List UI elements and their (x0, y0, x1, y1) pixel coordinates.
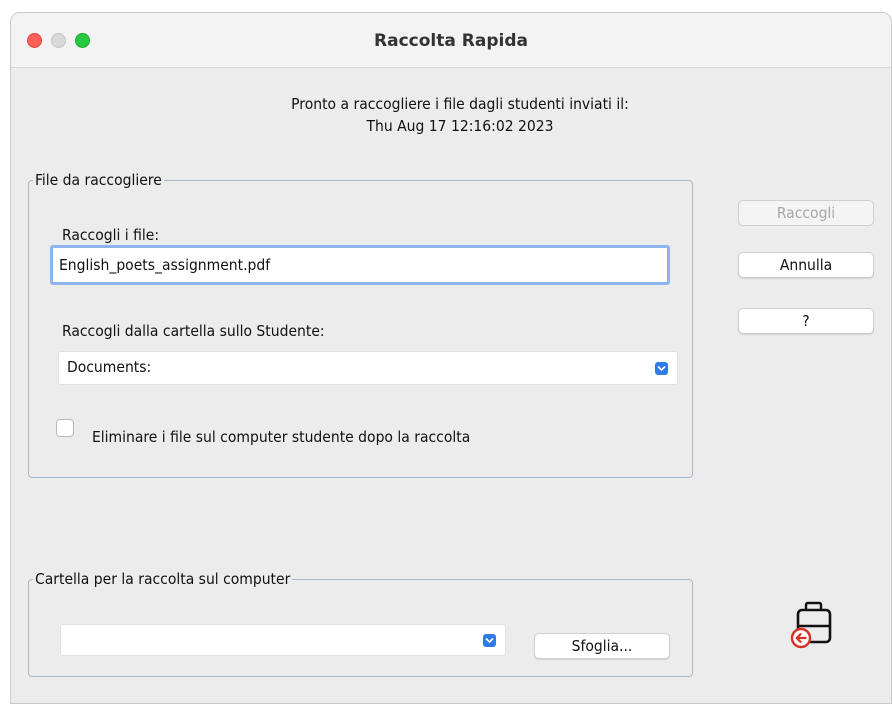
status-message: Pronto a raccogliere i file dagli studen… (150, 93, 770, 137)
files-group-legend: File da raccogliere (33, 170, 164, 190)
chevron-down-icon (483, 634, 496, 647)
chevron-down-icon (655, 362, 668, 375)
cancel-button[interactable]: Annulla (738, 252, 874, 278)
browse-button[interactable]: Sfoglia... (534, 633, 670, 659)
delete-files-label: Eliminare i file sul computer studente d… (92, 428, 471, 446)
collect-button[interactable]: Raccogli (738, 200, 874, 226)
briefcase-collect-icon (788, 600, 838, 652)
collect-files-input[interactable] (50, 245, 670, 285)
delete-files-checkbox[interactable] (56, 419, 74, 437)
student-folder-select[interactable]: Documents: (58, 351, 678, 385)
student-folder-value: Documents: (67, 358, 152, 376)
destination-folder-select[interactable] (60, 624, 506, 656)
status-line-1: Pronto a raccogliere i file dagli studen… (291, 95, 629, 113)
collect-files-label: Raccogli i file: (62, 226, 160, 244)
title-bar: Raccolta Rapida (11, 13, 891, 68)
status-timestamp: Thu Aug 17 12:16:02 2023 (366, 117, 554, 135)
destination-group-legend: Cartella per la raccolta sul computer (33, 569, 293, 589)
student-folder-label: Raccogli dalla cartella sullo Studente: (62, 322, 325, 340)
help-button[interactable]: ? (738, 308, 874, 334)
window-title: Raccolta Rapida (374, 31, 528, 51)
